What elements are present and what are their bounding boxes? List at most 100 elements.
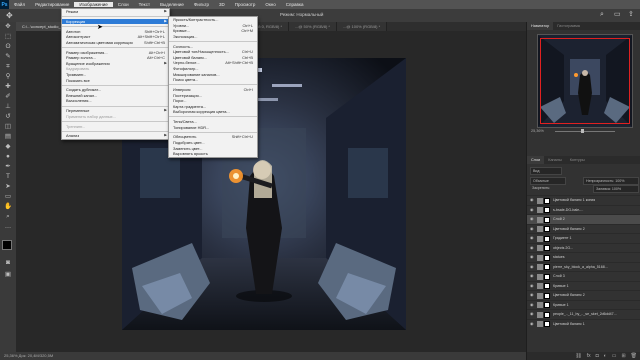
adjustment-layer-icon[interactable]: ◐ [604, 352, 607, 360]
visibility-eye-icon[interactable]: ◉ [530, 321, 535, 326]
menu-item[interactable]: Фильтр [189, 2, 214, 7]
panel-tab[interactable]: Гистограмма [553, 22, 584, 30]
mode-select[interactable]: Режим: Нормальный [280, 12, 323, 17]
marquee-tool-icon[interactable]: ⬚ [0, 32, 16, 42]
menu-item[interactable]: Тонирование HDR... [169, 125, 257, 131]
blend-mode-select[interactable]: Обычные [530, 177, 566, 185]
new-group-icon[interactable]: ▭ [612, 352, 617, 360]
menu-item[interactable]: Анализ ▶ [62, 133, 169, 139]
layer-row[interactable]: ◉ Градиент 1 [527, 233, 640, 243]
zoom-tool-icon[interactable]: ⌕ [0, 212, 16, 222]
share-icon[interactable]: ⇪ [628, 11, 636, 19]
workspace-icon[interactable]: ▭ [614, 11, 622, 19]
visibility-eye-icon[interactable]: ◉ [530, 217, 535, 221]
menu-item[interactable]: 3D [214, 2, 230, 7]
visibility-eye-icon[interactable]: ◉ [530, 264, 535, 269]
menu-item[interactable]: Поиск цвета... [169, 77, 257, 83]
clone-stamp-tool-icon[interactable]: ⊥ [0, 102, 16, 112]
visibility-eye-icon[interactable]: ◉ [530, 245, 535, 250]
panel-tab[interactable]: Контуры [566, 156, 589, 164]
menu-item[interactable]: Просмотр [230, 2, 261, 7]
visibility-eye-icon[interactable]: ◉ [530, 312, 535, 316]
menu-item[interactable]: Файл [9, 2, 30, 7]
visibility-eye-icon[interactable]: ◉ [530, 293, 535, 297]
navigator-view-box[interactable] [540, 38, 630, 124]
menu-item[interactable]: Выделение [155, 2, 189, 7]
menu-item[interactable]: Текст [134, 2, 155, 7]
eyedropper-tool-icon[interactable]: ⚲ [0, 72, 16, 82]
menu-item[interactable]: Вычисления... [62, 98, 169, 104]
menu-item[interactable]: Коррекция ▶ [62, 18, 169, 25]
add-mask-icon[interactable]: ◘ [596, 352, 599, 360]
layer-row[interactable]: ◉ Кривые 1 [527, 280, 640, 291]
brush-tool-icon[interactable]: ✐ [0, 92, 16, 102]
layer-filter-select[interactable]: Вид [530, 167, 562, 175]
document-tab[interactable]: ...@ 100% (RGB/8) * [337, 22, 388, 31]
layer-row[interactable]: ◉ Кривые 1 [527, 299, 640, 310]
hand-tool-icon[interactable]: ✋ [0, 202, 16, 212]
menu-item[interactable]: Справка [281, 2, 309, 7]
more-tools-icon[interactable]: … [0, 222, 16, 232]
screen-mode-icon[interactable]: ▣ [0, 270, 16, 280]
dodge-tool-icon[interactable]: ● [0, 152, 16, 162]
layer-row[interactable]: ◉ pierre_sky_block_a_alpha_5168... [527, 261, 640, 272]
path-select-tool-icon[interactable]: ➤ [0, 182, 16, 192]
layer-row[interactable]: ◉ Цветовой баланс 2 [527, 223, 640, 234]
search-icon[interactable]: ⌕ [600, 11, 608, 19]
gradient-tool-icon[interactable]: ▤ [0, 132, 16, 142]
menu-item[interactable]: Выборочная коррекция цвета... [169, 109, 257, 115]
menu-item[interactable]: Экспозиция... [169, 34, 257, 40]
pen-tool-icon[interactable]: ✒ [0, 162, 16, 172]
type-tool-icon[interactable]: T [0, 172, 16, 182]
menu-item[interactable]: Слои [113, 2, 134, 7]
layer-row[interactable]: ◉ s-bsale-DG-bale-... [527, 204, 640, 215]
layer-row[interactable]: ◉ Слой 2 [527, 214, 640, 224]
zoom-slider[interactable] [555, 131, 615, 132]
menu-item[interactable]: Автоматическая цветовая коррекция Shift+C… [62, 40, 169, 46]
zoom-slider-handle[interactable] [581, 129, 584, 133]
visibility-eye-icon[interactable]: ◉ [530, 198, 535, 202]
panel-tab[interactable]: Каналы [544, 156, 565, 164]
panel-tab[interactable]: Навигатор [527, 22, 554, 30]
lasso-tool-icon[interactable]: ʘ [0, 42, 16, 52]
layer-row[interactable]: ◉ objects 2G... [527, 242, 640, 253]
move-tool-icon[interactable]: ✥ [0, 22, 16, 32]
menu-item[interactable]: Окно [260, 2, 280, 7]
visibility-eye-icon[interactable]: ◉ [530, 283, 535, 288]
new-layer-icon[interactable]: ⊞ [621, 352, 625, 360]
menu-item[interactable]: Выровнять яркость [169, 151, 257, 157]
visibility-eye-icon[interactable]: ◉ [530, 255, 535, 259]
layer-row[interactable]: ◉ Цветовой баланс 1 копия [527, 195, 640, 205]
foreground-color-swatch[interactable] [2, 240, 12, 250]
move-tool-icon[interactable]: ✥ [6, 11, 15, 20]
panel-tab[interactable]: Слои [527, 156, 545, 164]
shape-tool-icon[interactable]: ▭ [0, 192, 16, 202]
visibility-eye-icon[interactable]: ◉ [530, 274, 535, 278]
visibility-eye-icon[interactable]: ◉ [530, 207, 535, 212]
trash-icon[interactable]: 🗑 [631, 352, 637, 360]
menu-item[interactable]: Показать все [62, 78, 169, 84]
layer-row[interactable]: ◉ people_.._11_by_.._se_sket_2d6dd47... [527, 309, 640, 319]
menu-item[interactable]: Режим ▶ [62, 9, 169, 15]
healing-brush-tool-icon[interactable]: ✚ [0, 82, 16, 92]
eraser-tool-icon[interactable]: ◫ [0, 122, 16, 132]
layer-row[interactable]: ◉ Слой 3 [527, 271, 640, 281]
opacity-field[interactable]: Непрозрачность: 100% [583, 177, 639, 185]
layer-style-icon[interactable]: fx [587, 352, 591, 360]
menu-item[interactable]: Изображение [74, 2, 113, 7]
layer-row[interactable]: ◉ Цветовой баланс 1 [527, 318, 640, 329]
history-brush-tool-icon[interactable]: ↺ [0, 112, 16, 122]
quick-select-tool-icon[interactable]: ✎ [0, 52, 16, 62]
quick-mask-icon[interactable]: ◙ [0, 258, 16, 268]
layer-row[interactable]: ◉ Цветовой баланс 2 [527, 290, 640, 300]
layer-row[interactable]: ◉ statues [527, 252, 640, 262]
visibility-eye-icon[interactable]: ◉ [530, 226, 535, 231]
navigator-thumbnail[interactable] [537, 34, 633, 128]
visibility-eye-icon[interactable]: ◉ [530, 302, 535, 307]
menu-item[interactable]: Редактирование [30, 2, 74, 7]
document-tab[interactable]: ...@ 50% (RGB/8) * [289, 22, 337, 31]
link-layers-icon[interactable]: ⛓ [575, 352, 581, 360]
blur-tool-icon[interactable]: ◆ [0, 142, 16, 152]
visibility-eye-icon[interactable]: ◉ [530, 236, 535, 240]
crop-tool-icon[interactable]: ⌗ [0, 62, 16, 72]
